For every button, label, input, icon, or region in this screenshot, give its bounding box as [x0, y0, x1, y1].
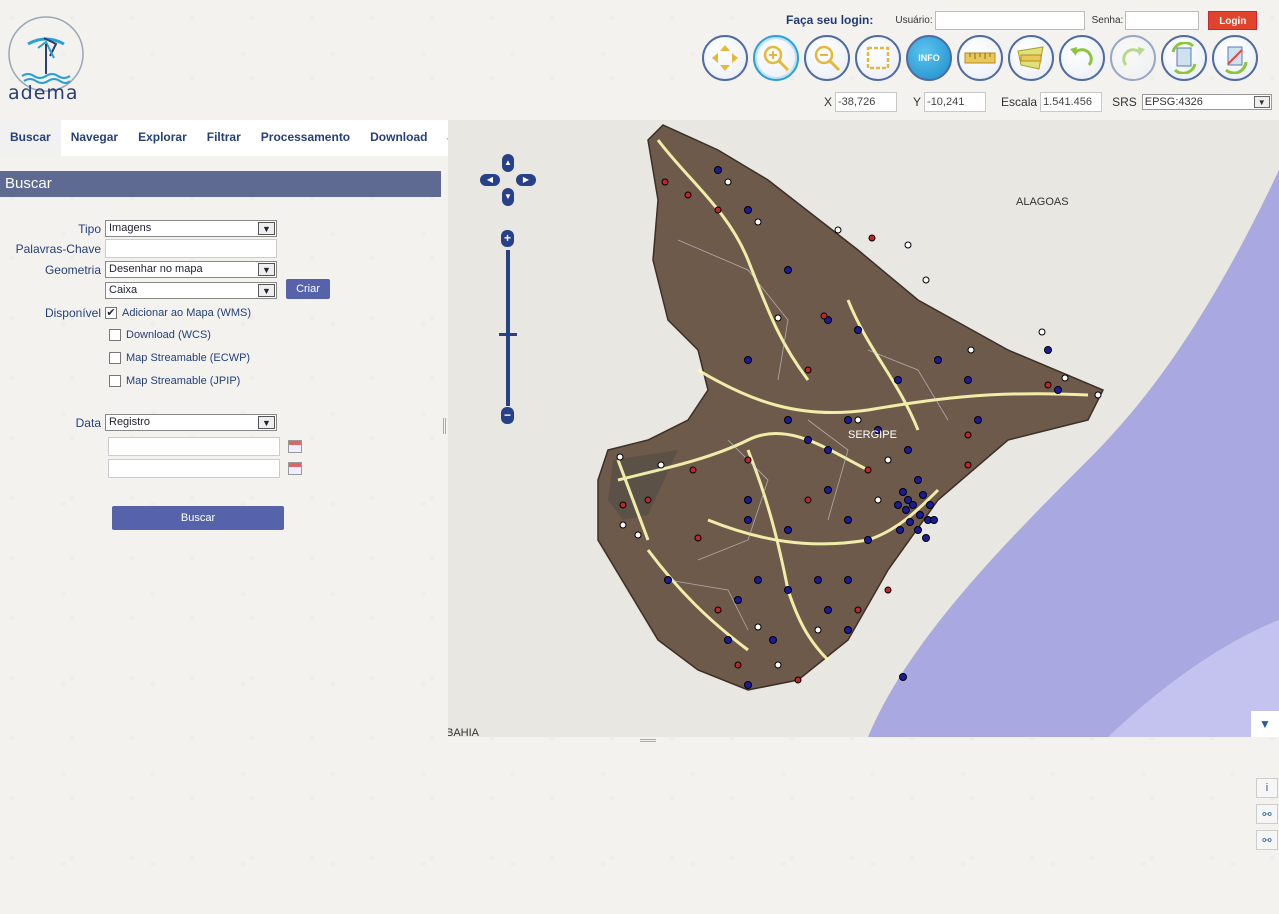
wcs-label: Download (WCS): [126, 329, 211, 341]
user-input[interactable]: [934, 10, 1085, 30]
chevron-down-icon: ▼: [1253, 96, 1270, 108]
forma-value: Caixa: [109, 283, 138, 296]
x-label: X: [824, 95, 833, 109]
zoom-out-button[interactable]: −: [501, 407, 514, 424]
data-value: Registro: [109, 416, 150, 428]
login-button[interactable]: Login: [1208, 10, 1258, 30]
chevron-down-icon: ▼: [258, 222, 275, 235]
info-side-icon[interactable]: i: [1256, 778, 1278, 798]
login-bar: Faça seu login: Usuário: Senha: Login: [786, 9, 1258, 31]
srs-select[interactable]: EPSG:4326 ▼: [1141, 94, 1272, 110]
zoom-out-icon[interactable]: [804, 35, 850, 81]
wms-checkbox[interactable]: ✔: [105, 307, 117, 319]
redo-icon[interactable]: [1110, 35, 1156, 81]
map-label-sergipe: SERGIPE: [848, 429, 897, 441]
y-coordinate-input[interactable]: [924, 92, 987, 112]
geometria-label: Geometria: [44, 262, 101, 277]
zoom-slider-track[interactable]: [506, 250, 510, 406]
chevron-down-icon: ▼: [258, 263, 275, 276]
measure-area-icon[interactable]: [1008, 35, 1054, 81]
geometria-value: Desenhar no mapa: [109, 263, 203, 275]
srs-value: EPSG:4326: [1144, 96, 1203, 108]
tipo-select[interactable]: Imagens ▼: [105, 220, 277, 237]
info-icon[interactable]: INFO: [906, 35, 952, 81]
srs-label: SRS: [1112, 95, 1137, 109]
zoom-box-icon[interactable]: [855, 35, 901, 81]
zoom-in-button[interactable]: +: [501, 230, 514, 247]
user-label: Usuário:: [895, 14, 933, 26]
x-coordinate-input[interactable]: [835, 92, 898, 112]
panel-resize-handle[interactable]: [443, 418, 446, 434]
tab-navegar[interactable]: Navegar: [61, 120, 128, 156]
tipo-label: Tipo: [78, 221, 101, 236]
tab-download[interactable]: Download: [360, 120, 437, 156]
pan-down-icon[interactable]: ▼: [502, 188, 514, 206]
undo-icon[interactable]: [1059, 35, 1105, 81]
measure-distance-icon[interactable]: [957, 35, 1003, 81]
map-canvas[interactable]: ALAGOAS SERGIPE BAHIA ▲ ▼ ◀ ▶ + − ▼: [448, 120, 1279, 737]
ecwp-checkbox[interactable]: [109, 352, 121, 364]
wcs-checkbox[interactable]: [109, 329, 121, 341]
data-inicio-input[interactable]: [108, 437, 280, 456]
forma-select[interactable]: Caixa ▼: [105, 281, 277, 299]
pan-control: ▲ ▼ ◀ ▶: [480, 154, 536, 208]
data-fim-input[interactable]: [108, 459, 280, 478]
map-label-bahia: BAHIA: [448, 727, 480, 737]
palavras-chave-input[interactable]: [105, 239, 277, 258]
bottom-resize-handle[interactable]: [640, 739, 656, 742]
clear-icon[interactable]: [1212, 35, 1258, 81]
refresh-icon[interactable]: [1161, 35, 1207, 81]
zoom-slider-handle[interactable]: [499, 333, 517, 336]
wms-label: Adicionar ao Mapa (WMS): [122, 307, 251, 319]
ecwp-label: Map Streamable (ECWP): [126, 352, 251, 364]
binoculars-small-icon[interactable]: ⚯: [1256, 830, 1278, 850]
tab-filtrar[interactable]: Filtrar: [197, 120, 251, 156]
y-label: Y: [913, 95, 922, 109]
info-label: INFO: [918, 53, 940, 63]
map-toolbar: INFO: [702, 35, 1258, 81]
login-title: Faça seu login:: [786, 13, 874, 27]
palavras-chave-label: Palavras-Chave: [15, 241, 101, 256]
adema-logo: adema: [6, 14, 88, 106]
expand-bottom-icon[interactable]: ▼: [1251, 711, 1279, 737]
search-panel: Buscar Tipo Imagens ▼ Palavras-Chave Geo…: [0, 171, 441, 737]
data-label: Data: [75, 415, 101, 430]
scale-label: Escala: [1001, 95, 1038, 109]
jpip-checkbox[interactable]: [109, 375, 121, 387]
scale-input[interactable]: [1040, 92, 1103, 112]
tipo-value: Imagens: [109, 222, 152, 234]
password-input[interactable]: [1125, 10, 1200, 30]
tab-buscar[interactable]: Buscar: [0, 120, 61, 156]
disponivel-label: Disponível: [44, 306, 101, 320]
panel-title: Buscar: [0, 171, 441, 197]
pan-up-icon[interactable]: ▲: [502, 154, 514, 172]
binoculars-icon[interactable]: ⚯: [1256, 804, 1278, 824]
calendar-icon[interactable]: [288, 462, 302, 475]
logo-text: adema: [8, 82, 79, 104]
tab-bar: Buscar Navegar Explorar Filtrar Processa…: [0, 120, 462, 156]
pan-left-icon[interactable]: ◀: [480, 174, 500, 186]
buscar-button[interactable]: Buscar: [112, 506, 284, 530]
tab-processamento[interactable]: Processamento: [251, 120, 360, 156]
jpip-label: Map Streamable (JPIP): [126, 375, 241, 387]
coordinate-bar: X Y Escala SRS EPSG:4326 ▼: [824, 92, 1272, 112]
pan-right-icon[interactable]: ▶: [516, 174, 536, 186]
criar-button[interactable]: Criar: [286, 279, 330, 299]
chevron-down-icon: ▼: [258, 283, 275, 297]
geometria-select[interactable]: Desenhar no mapa ▼: [105, 261, 277, 278]
chevron-down-icon: ▼: [258, 416, 275, 429]
tab-explorar[interactable]: Explorar: [128, 120, 197, 156]
pan-icon[interactable]: [702, 35, 748, 81]
zoom-in-icon[interactable]: [753, 35, 799, 81]
data-select[interactable]: Registro ▼: [105, 414, 277, 431]
calendar-icon[interactable]: [288, 440, 302, 453]
zoom-bar: + −: [499, 230, 517, 426]
map-label-alagoas: ALAGOAS: [1016, 196, 1069, 208]
password-label: Senha:: [1091, 14, 1124, 26]
